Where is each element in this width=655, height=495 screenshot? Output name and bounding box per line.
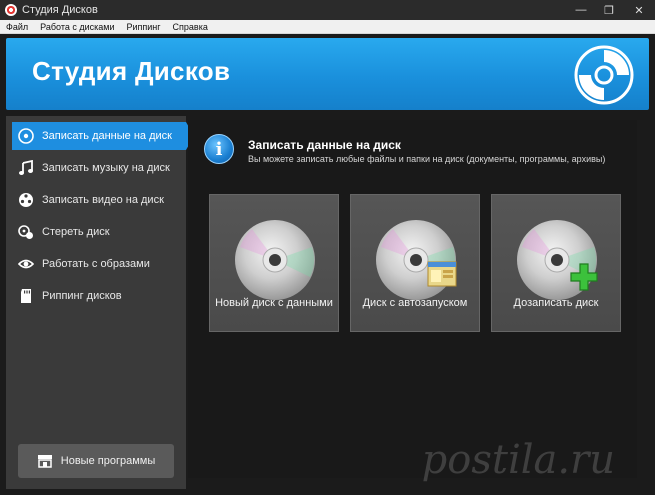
sidebar-item-label: Риппинг дисков <box>42 290 122 302</box>
erase-disc-icon <box>18 224 34 240</box>
store-icon <box>37 454 53 468</box>
sidebar-item-burn-video[interactable]: Записать видео на диск <box>12 186 186 214</box>
window-title: Студия Дисков <box>22 4 98 16</box>
minimize-button[interactable]: — <box>567 0 595 20</box>
page-title: Записать данные на диск <box>248 138 401 152</box>
new-programs-label: Новые программы <box>60 455 156 467</box>
sidebar-item-ripping[interactable]: Риппинг дисков <box>12 282 186 310</box>
tile-append-disc[interactable]: Дозаписать диск <box>491 194 621 332</box>
sidebar-item-label: Стереть диск <box>42 226 110 238</box>
disc-logo-icon <box>574 45 634 105</box>
disc-icon <box>18 128 34 144</box>
close-button[interactable]: ✕ <box>623 0 655 20</box>
tile-label: Дозаписать диск <box>513 297 599 309</box>
cd-disc-icon <box>376 220 456 300</box>
sidebar: Записать данные на диск Записать музыку … <box>6 116 194 489</box>
sidebar-item-erase-disc[interactable]: Стереть диск <box>12 218 186 246</box>
page-description: Вы можете записать любые файлы и папки н… <box>248 154 606 164</box>
eye-icon <box>18 256 34 272</box>
menu-ripping[interactable]: Риппинг <box>126 22 160 32</box>
title-bar: Студия Дисков — ❐ ✕ <box>0 0 655 20</box>
window-icon <box>427 261 457 287</box>
menu-help[interactable]: Справка <box>173 22 208 32</box>
sidebar-item-label: Записать видео на диск <box>42 194 164 206</box>
app-logo-icon <box>5 4 17 16</box>
info-icon: i <box>204 134 234 164</box>
sd-card-icon <box>18 288 34 304</box>
music-note-icon <box>18 160 34 176</box>
main-panel: i Записать данные на диск Вы можете запи… <box>188 120 637 478</box>
plus-icon <box>570 263 598 291</box>
tile-new-data-disc[interactable]: Новый диск с данными <box>209 194 339 332</box>
tile-label: Диск с автозапуском <box>362 297 468 309</box>
sidebar-item-label: Записать данные на диск <box>42 130 172 142</box>
sidebar-item-images[interactable]: Работать с образами <box>12 250 186 278</box>
maximize-button[interactable]: ❐ <box>595 0 623 20</box>
tile-autorun-disc[interactable]: Диск с автозапуском <box>350 194 480 332</box>
film-reel-icon <box>18 192 34 208</box>
new-programs-button[interactable]: Новые программы <box>18 444 174 478</box>
sidebar-item-burn-data[interactable]: Записать данные на диск <box>12 122 194 150</box>
sidebar-item-burn-music[interactable]: Записать музыку на диск <box>12 154 186 182</box>
app-title: Студия Дисков <box>32 56 231 86</box>
sidebar-item-label: Работать с образами <box>42 258 150 270</box>
menu-bar: Файл Работа с дисками Риппинг Справка <box>0 20 655 34</box>
watermark: postila.ru <box>421 437 615 483</box>
menu-disc-work[interactable]: Работа с дисками <box>40 22 114 32</box>
window-controls: — ❐ ✕ <box>567 0 655 20</box>
cd-disc-icon <box>235 220 315 300</box>
header-banner: Студия Дисков <box>6 38 649 110</box>
tile-label: Новый диск с данными <box>215 297 333 309</box>
sidebar-item-label: Записать музыку на диск <box>42 162 170 174</box>
menu-file[interactable]: Файл <box>6 22 28 32</box>
